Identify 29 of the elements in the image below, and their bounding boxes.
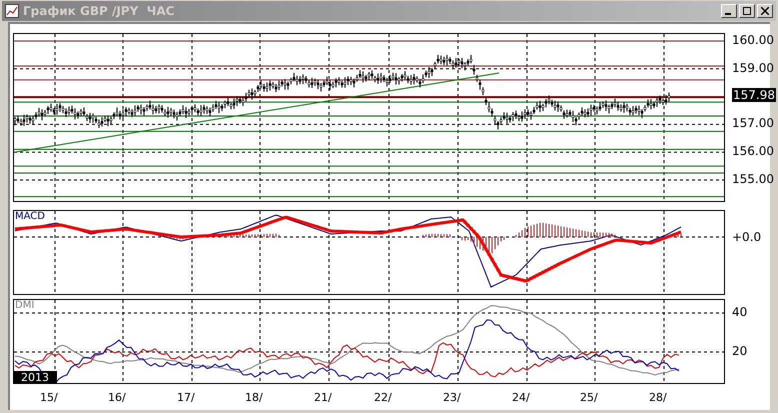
minimize-button[interactable] — [721, 4, 737, 18]
axis-label: 159.00 — [732, 61, 774, 75]
axis-label: 155.00 — [732, 172, 774, 186]
axis-label: 20 — [732, 344, 748, 358]
close-button[interactable] — [757, 4, 773, 18]
date-label: 15/ — [40, 391, 58, 404]
date-label: 21/ — [314, 391, 332, 404]
date-label: 23/ — [443, 391, 461, 404]
date-label: 17/ — [177, 391, 195, 404]
axis-label: +0.0 — [732, 230, 762, 244]
axis-label: 156.00 — [732, 144, 774, 158]
window-title: График GBP /JPY ЧАС — [23, 3, 174, 20]
chart-icon — [5, 4, 19, 18]
maximize-icon — [743, 7, 751, 15]
date-label: 24/ — [512, 391, 530, 404]
date-label: 16/ — [108, 391, 126, 404]
current-price-tag: 157.98 — [732, 88, 776, 102]
date-label: 22/ — [374, 391, 392, 404]
date-label: 25/ — [580, 391, 598, 404]
date-label: 18/ — [245, 391, 263, 404]
date-label: 28/ — [649, 391, 667, 404]
maximize-button[interactable] — [739, 4, 755, 18]
panel-title: MACD — [15, 211, 45, 223]
axis-label: 157.00 — [732, 116, 774, 130]
close-icon — [761, 7, 769, 15]
axis-label: 160.00 — [732, 33, 774, 47]
axis-label: 40 — [732, 305, 748, 319]
year-badge: 2013 — [13, 371, 57, 384]
panel-title: DMI — [15, 300, 34, 312]
